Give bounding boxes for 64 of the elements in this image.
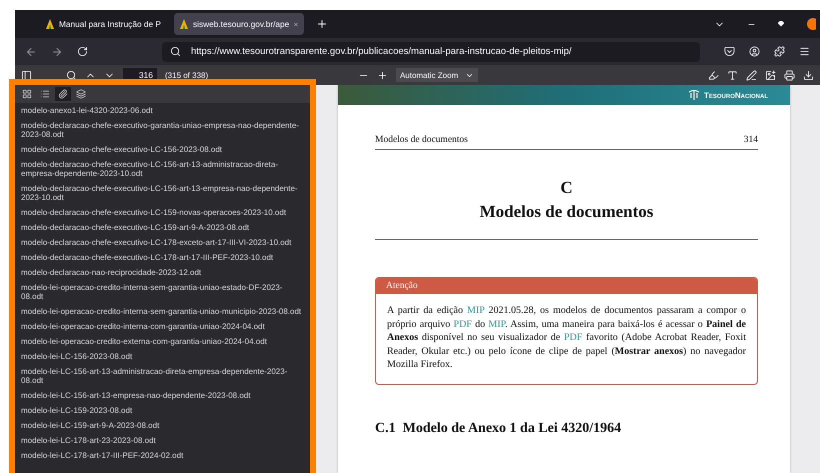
notice-title: Atenção xyxy=(376,278,757,294)
attachment-item[interactable]: modelo-declaracao-chefe-executivo-garantia-uniao-empresa-nao-dependente-2023-08.odt xyxy=(15,118,310,142)
search-icon[interactable] xyxy=(66,70,77,80)
paperclip-icon xyxy=(58,89,68,99)
attachment-item[interactable]: modelo-declaracao-chefe-executivo-LC-159-art-9-A-2023-08.odt xyxy=(15,220,310,235)
address-bar[interactable]: https://www.tesourotransparente.gov.br/publicacoes/manual-para-instrucao-de-pleitos-mip/ xyxy=(162,42,700,62)
attachment-item[interactable]: modelo-lei-LC-159-2023-08.odt xyxy=(15,403,310,418)
page-number-field[interactable]: 316 xyxy=(123,68,157,82)
close-icon[interactable] xyxy=(806,18,816,30)
layers-icon xyxy=(76,89,86,99)
zoom-in-icon[interactable] xyxy=(376,70,388,80)
save-icon[interactable] xyxy=(803,70,814,80)
chapter-title: Modelos de documentos xyxy=(480,202,654,221)
notice-text: A partir da edição MIP 2021.05.28, os modelos de documentos passaram a compor o próprio arquivo PDF do MIP. Assim, uma maneira para baixá-los é acessar o Painel de Anexos disponível no seu visualizador de PDF favorito (Adobe Acrobat Reader, Foxit Reader, Okular etc.) ou pelo ícone de clipe de papel (Mostrar anexos) no navegador Mozilla Firefox. xyxy=(386,304,748,372)
chapter-letter: C xyxy=(559,178,574,198)
grid-icon xyxy=(22,89,32,99)
menu-icon[interactable] xyxy=(799,46,810,57)
search-icon[interactable] xyxy=(170,46,181,57)
puzzle-icon[interactable] xyxy=(774,46,785,57)
attachment-item[interactable]: modelo-declaracao-chefe-executivo-LC-156-art-13-administracao-direta-empresa-dependente-2023-10.odt xyxy=(15,157,310,181)
back-icon[interactable] xyxy=(25,46,37,58)
new-tab-icon[interactable] xyxy=(316,18,328,30)
close-icon[interactable] xyxy=(293,20,299,28)
reload-icon[interactable] xyxy=(77,46,88,57)
attachment-item[interactable]: modelo-declaracao-chefe-executivo-LC-178-art-17-III-PEF-2023-10.odt xyxy=(15,250,310,265)
highlighter-icon[interactable] xyxy=(708,70,719,80)
logo-text: TesouroNacional xyxy=(704,90,768,100)
site-icon xyxy=(179,19,189,29)
attachment-item[interactable]: modelo-declaracao-chefe-executivo-LC-156-2023-08.odt xyxy=(15,142,310,157)
pocket-icon[interactable] xyxy=(724,46,735,57)
attachment-item[interactable]: modelo-lei-LC-156-art-13-empresa-nao-dependente-2023-08.odt xyxy=(15,388,310,403)
text-icon[interactable] xyxy=(727,70,738,80)
sidebar-toggle-icon[interactable] xyxy=(21,70,32,80)
browser-tab[interactable]: Manual para Instrução de P xyxy=(40,13,170,35)
attachment-item[interactable]: modelo-lei-operacao-credito-interna-com-garantia-uniao-2024-04.odt xyxy=(15,319,310,334)
attachment-item[interactable]: modelo-lei-LC-178-art-23-2023-08.odt xyxy=(15,433,310,448)
list-icon xyxy=(40,89,50,99)
page-count: (315 of 338) xyxy=(165,70,208,80)
attachment-item[interactable]: modelo-declaracao-chefe-executivo-LC-178-exceto-art-17-III-VI-2023-10.odt xyxy=(15,235,310,250)
browser-tab[interactable]: sisweb.tesouro.gov.br/ape xyxy=(174,13,304,35)
logo-icon xyxy=(688,90,700,100)
paperclip-button[interactable] xyxy=(55,87,71,101)
running-header: Modelos de documentos xyxy=(375,135,468,145)
zoom-select[interactable]: Automatic Zoom xyxy=(396,68,478,82)
attachment-item[interactable]: modelo-lei-LC-178-art-17-III-PEF-2024-02.odt xyxy=(15,448,310,463)
pen-icon[interactable] xyxy=(746,70,757,80)
attachment-item[interactable]: modelo-declaracao-chefe-executivo-LC-159-novas-operacoes-2023-10.odt xyxy=(15,205,310,220)
attachment-item[interactable]: modelo-lei-operacao-credito-interna-sem-garantia-uniao-municipio-2023-08.odt xyxy=(15,304,310,319)
page-number: 314 xyxy=(744,135,758,145)
attachment-item[interactable]: modelo-lei-LC-159-art-9-A-2023-08.odt xyxy=(15,418,310,433)
attachment-item[interactable]: modelo-declaracao-chefe-executivo-LC-156-art-13-empresa-nao-dependente-2023-10.odt xyxy=(15,181,310,205)
section-heading: C.1 Modelo de Anexo 1 da Lei 4320/1964 xyxy=(375,420,622,437)
attachment-item[interactable]: modelo-anexo1-lei-4320-2023-06.odt xyxy=(15,103,310,118)
attachment-item[interactable]: modelo-declaracao-nao-reciprocidade-2023-12.odt xyxy=(15,265,310,280)
attachment-item[interactable]: modelo-lei-operacao-credito-interna-sem-garantia-uniao-estado-DF-2023-08.odt xyxy=(15,280,310,304)
account-icon[interactable] xyxy=(749,46,760,57)
print-icon[interactable] xyxy=(784,70,795,80)
forward-icon[interactable] xyxy=(51,46,63,58)
attachment-item[interactable]: modelo-lei-LC-156-2023-08.odt xyxy=(15,349,310,364)
attachment-item[interactable]: modelo-lei-LC-156-art-13-administracao-direta-empresa-dependente-2023-08.odt xyxy=(15,364,310,388)
site-icon xyxy=(45,19,55,29)
maximize-icon[interactable] xyxy=(778,21,784,27)
image-icon[interactable] xyxy=(765,70,776,80)
attachment-item[interactable]: modelo-lei-operacao-credito-externa-com-garantia-uniao-2024-04.odt xyxy=(15,334,310,349)
